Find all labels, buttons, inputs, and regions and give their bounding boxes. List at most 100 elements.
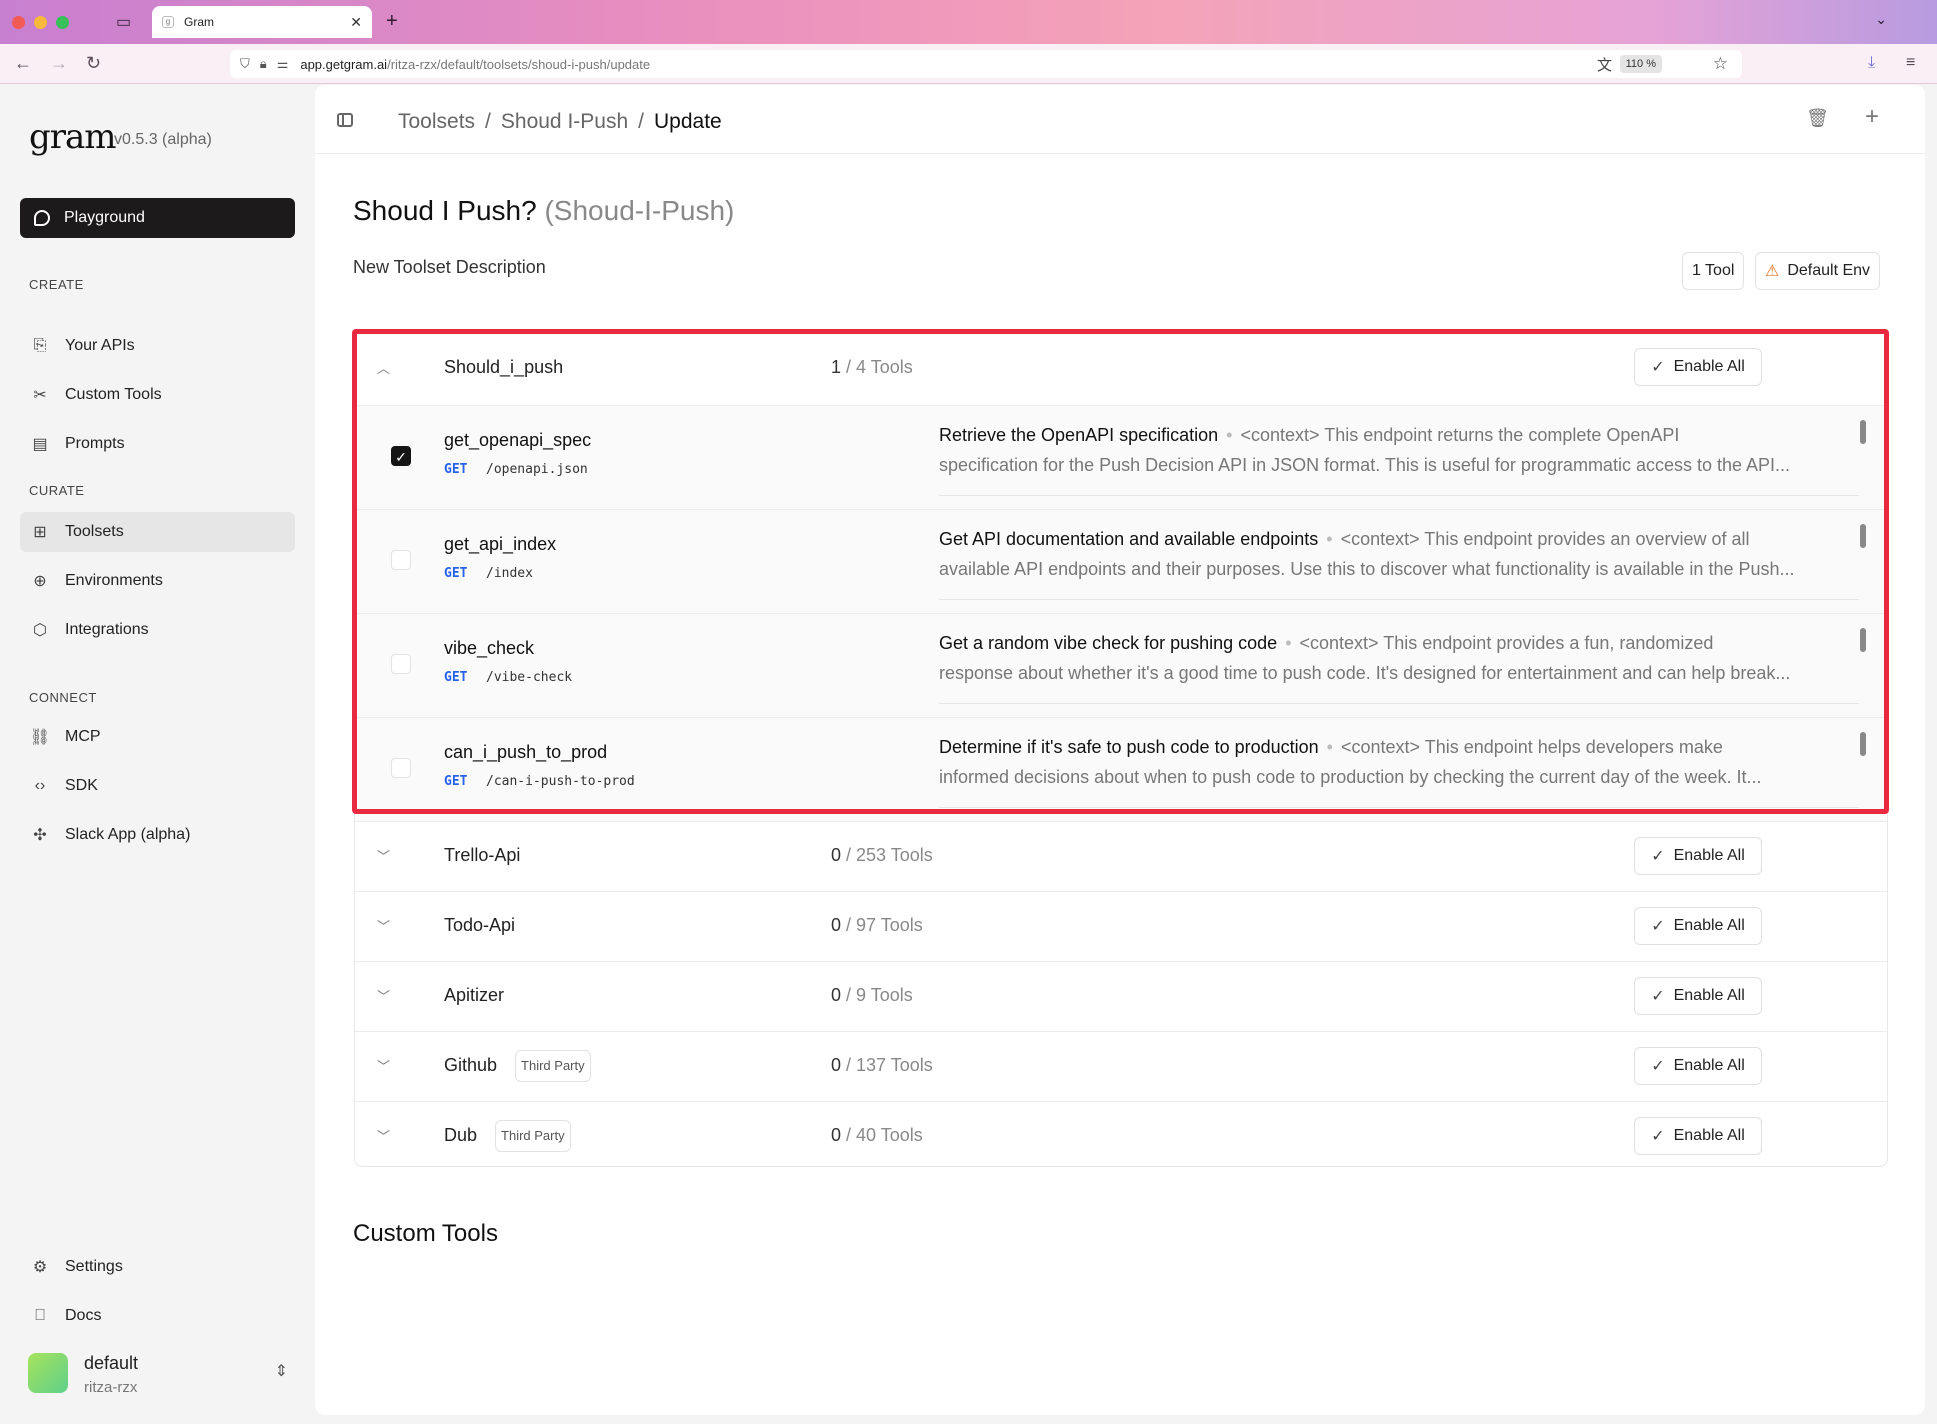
- sidebar-item-toolsets[interactable]: ⊞ Toolsets: [20, 512, 295, 552]
- sidebar-item-label: Slack App (alpha): [65, 826, 191, 843]
- enable-all-button[interactable]: ✓ Enable All: [1634, 1047, 1762, 1085]
- chevron-down-icon[interactable]: ﹀: [377, 986, 390, 1005]
- sidebar-item-slack-app[interactable]: ✣ Slack App (alpha): [20, 815, 295, 855]
- slack-icon: ✣: [33, 827, 47, 844]
- enable-all-button[interactable]: ✓ Enable All: [1634, 837, 1762, 875]
- tab-list-chevron-icon[interactable]: ⌄: [1875, 11, 1887, 28]
- sidebar-item-custom-tools[interactable]: ✂ Custom Tools: [20, 375, 295, 415]
- enable-all-button[interactable]: ✓ Enable All: [1634, 907, 1762, 945]
- description-scrollbar[interactable]: [1860, 420, 1866, 444]
- address-bar[interactable]: ⛉ 🔒︎ ⚌ app.getgram.ai/ritza-rzx/default/…: [230, 50, 1742, 78]
- chevron-down-icon[interactable]: ﹀: [377, 846, 390, 865]
- sidebar-item-settings[interactable]: ⚙ Settings: [20, 1247, 295, 1287]
- source-tool-count: 0 / 40 Tools: [831, 1125, 923, 1145]
- tool-summary: Get API documentation and available endp…: [939, 529, 1319, 549]
- window-minimize-button[interactable]: [34, 16, 47, 29]
- sidebar-item-integrations[interactable]: ⬡ Integrations: [20, 610, 295, 650]
- description-scrollbar[interactable]: [1860, 628, 1866, 652]
- source-row[interactable]: ﹀ Dub Third Party 0 / 40 Tools ✓ Enable Al…: [355, 1102, 1887, 1166]
- tool-description[interactable]: Get a random vibe check for pushing code…: [939, 628, 1859, 704]
- gear-icon: ⚙: [32, 1259, 48, 1276]
- breadcrumb-toolset[interactable]: Shoud I-Push: [501, 110, 628, 134]
- sidebar: gram v0.5.3 (alpha) Playground CREATE ⎘ …: [0, 85, 314, 1424]
- chevron-down-icon[interactable]: ﹀: [377, 1056, 390, 1075]
- shield-icon[interactable]: ⛉: [240, 56, 250, 72]
- endpoint-path: /vibe-check: [486, 670, 573, 685]
- app-version: v0.5.3 (alpha): [114, 131, 212, 148]
- tool-row[interactable]: ✓ get_openapi_spec GET /openapi.json Ret…: [355, 406, 1887, 510]
- tool-context: <context> This endpoint helps developers…: [1340, 737, 1723, 757]
- lock-icon[interactable]: 🔒︎: [260, 56, 267, 72]
- enable-all-button[interactable]: ✓ Enable All: [1634, 977, 1762, 1015]
- translate-icon[interactable]: 文: [1597, 54, 1612, 75]
- permissions-icon[interactable]: ⚌: [277, 56, 289, 72]
- environment-button[interactable]: ⚠ Default Env: [1755, 252, 1881, 290]
- tab-overview-icon[interactable]: ▭: [116, 12, 136, 31]
- tool-context-continued: informed decisions about when to push co…: [939, 767, 1762, 787]
- description-scrollbar[interactable]: [1860, 524, 1866, 548]
- tool-checkbox[interactable]: [391, 654, 411, 674]
- browser-toolbar: ← → ↻ ⛉ 🔒︎ ⚌ app.getgram.ai/ritza-rzx/de…: [0, 44, 1937, 84]
- tool-checkbox[interactable]: [391, 758, 411, 778]
- source-row[interactable]: ﹀ Github Third Party 0 / 137 Tools ✓ Enabl…: [355, 1032, 1887, 1102]
- browser-tab[interactable]: g Gram ✕: [152, 6, 372, 38]
- sidebar-item-sdk[interactable]: ‹› SDK: [20, 766, 295, 806]
- gram-logo[interactable]: gram: [29, 117, 117, 157]
- breadcrumb: Toolsets / Shoud I-Push / Update: [398, 110, 722, 134]
- toolset-description[interactable]: New Toolset Description: [353, 257, 546, 278]
- sidebar-item-mcp[interactable]: ⛓ MCP: [20, 717, 295, 757]
- playground-button[interactable]: Playground: [20, 198, 295, 238]
- zoom-level-badge[interactable]: 110 %: [1619, 55, 1662, 73]
- source-row[interactable]: ﹀ Trello-Api 0 / 253 Tools ✓ Enable All: [355, 822, 1887, 892]
- tool-row[interactable]: can_i_push_to_prod GET /can-i-push-to-pr…: [355, 718, 1887, 822]
- sidebar-item-label: SDK: [65, 777, 98, 794]
- source-tool-count: 1 / 4 Tools: [831, 357, 913, 377]
- environment-label: Default Env: [1787, 262, 1871, 279]
- tool-checkbox[interactable]: [391, 550, 411, 570]
- source-row[interactable]: ﹀ Todo-Api 0 / 97 Tools ✓ Enable All: [355, 892, 1887, 962]
- window-close-button[interactable]: [12, 16, 25, 29]
- check-icon: ✓: [1651, 359, 1665, 376]
- chevrons-up-down-icon: ⇕: [274, 1363, 288, 1380]
- back-icon[interactable]: ←: [14, 53, 32, 74]
- sidebar-toggle-icon[interactable]: [337, 113, 353, 127]
- sidebar-item-docs[interactable]: ⎕ Docs: [20, 1296, 295, 1336]
- tool-description[interactable]: Get API documentation and available endp…: [939, 524, 1859, 600]
- tool-description[interactable]: Determine if it's safe to push code to p…: [939, 732, 1859, 808]
- reload-icon[interactable]: ↻: [86, 53, 101, 74]
- breadcrumb-separator: /: [485, 110, 491, 133]
- sidebar-item-label: Toolsets: [65, 523, 124, 540]
- forward-icon[interactable]: →: [50, 53, 68, 74]
- enable-all-button[interactable]: ✓ Enable All: [1634, 348, 1762, 386]
- tool-description[interactable]: Retrieve the OpenAPI specification • <cont…: [939, 420, 1859, 496]
- source-row[interactable]: ︿ Should_i_push 1 / 4 Tools ✓ Enable All: [355, 330, 1887, 406]
- description-scrollbar[interactable]: [1860, 732, 1866, 756]
- tool-row[interactable]: vibe_check GET /vibe-check Get a random …: [355, 614, 1887, 718]
- url-text[interactable]: app.getgram.ai/ritza-rzx/default/toolset…: [300, 57, 650, 72]
- sources-list: ︿ Should_i_push 1 / 4 Tools ✓ Enable All …: [354, 329, 1888, 1167]
- tool-name: get_openapi_spec: [444, 430, 592, 450]
- plus-icon[interactable]: +: [1865, 103, 1879, 131]
- trash-icon[interactable]: 🗑︎: [1806, 108, 1829, 129]
- enable-all-button[interactable]: ✓ Enable All: [1634, 1117, 1762, 1155]
- tool-checkbox[interactable]: ✓: [391, 446, 411, 466]
- sidebar-item-label: Integrations: [65, 621, 149, 638]
- workspace-switcher[interactable]: default ritza-rzx ⇕: [28, 1347, 288, 1399]
- endpoint-path: /openapi.json: [486, 462, 588, 477]
- chevron-up-icon[interactable]: ︿: [377, 358, 390, 377]
- chevron-down-icon[interactable]: ﹀: [377, 916, 390, 935]
- tool-row[interactable]: get_api_index GET /index Get API documen…: [355, 510, 1887, 614]
- downloads-icon[interactable]: ⤓: [1868, 54, 1875, 72]
- app-menu-icon[interactable]: ≡: [1906, 54, 1915, 72]
- window-zoom-button[interactable]: [56, 16, 69, 29]
- new-tab-icon[interactable]: +: [386, 10, 398, 33]
- bookmark-star-icon[interactable]: ☆: [1713, 54, 1728, 74]
- sidebar-item-environments[interactable]: ⊕ Environments: [20, 561, 295, 601]
- source-tool-count: 0 / 137 Tools: [831, 1055, 933, 1075]
- close-tab-icon[interactable]: ✕: [350, 14, 362, 31]
- breadcrumb-toolsets[interactable]: Toolsets: [398, 110, 475, 134]
- chevron-down-icon[interactable]: ﹀: [377, 1126, 390, 1145]
- source-row[interactable]: ﹀ Apitizer 0 / 9 Tools ✓ Enable All: [355, 962, 1887, 1032]
- sidebar-item-your-apis[interactable]: ⎘ Your APIs: [20, 326, 295, 366]
- sidebar-item-prompts[interactable]: ▤ Prompts: [20, 424, 295, 464]
